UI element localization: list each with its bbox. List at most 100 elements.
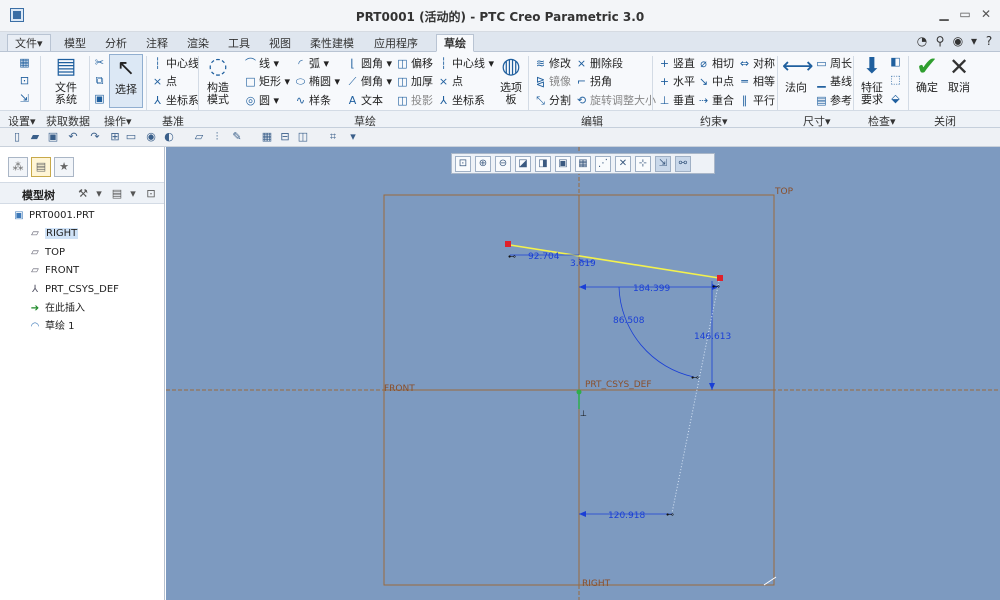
offset-button[interactable]: ◫ 偏移 [396,55,433,71]
ok-button[interactable]: ✔ 确定 [912,54,942,94]
dim-bottom-horizontal[interactable]: 120.918 [608,511,645,521]
corner-button[interactable]: ⌐ 拐角 [575,73,612,89]
zoom-in-icon[interactable]: ⊕ [475,156,491,172]
panel-tab-tree[interactable]: ⁂ [8,157,28,177]
delete-segment-button[interactable]: ⨯ 删除段 [575,55,623,71]
chamfer-button[interactable]: ⟋ 倒角 ▾ [346,73,392,89]
tab-analysis[interactable]: 分析 [97,34,135,52]
datum-display-icon[interactable]: ▱ [192,130,206,144]
annotation-display-icon[interactable]: ✕ [615,156,631,172]
sketch-centerline-button[interactable]: ┆ 中心线 ▾ [437,55,494,71]
perimeter-button[interactable]: ▭ 周长 [815,55,852,71]
tree-settings-icon[interactable]: ⚒ [76,187,90,201]
sketch-view-icon[interactable]: ⇲ [655,156,671,172]
group-operations[interactable]: 操作▾ [104,113,132,129]
panel-tab-favorites[interactable]: ★ [54,157,74,177]
tab-sketch[interactable]: 草绘 [436,34,474,52]
sketch-display-icon[interactable]: ✎ [230,130,244,144]
midpoint-constraint-button[interactable]: ↘ 中点 [697,73,734,89]
overlap-icon[interactable]: ◧ [889,55,904,68]
cut-icon[interactable]: ✂ [93,56,108,69]
text-button[interactable]: A 文本 [346,92,383,108]
windows-icon[interactable]: ▭ [124,130,138,144]
new-file-icon[interactable]: ▯ [10,130,24,144]
vertical-constraint-button[interactable]: + 竖直 [658,55,695,71]
close-window-small-icon[interactable]: ⌗ [326,130,340,144]
fillet-button[interactable]: ⌊ 圆角 ▾ [346,55,392,71]
project-button[interactable]: ◫ 投影 [396,92,433,108]
group-setup[interactable]: 设置▾ [8,113,36,129]
line-end-endpoint[interactable] [717,275,723,281]
datum-centerline-button[interactable]: ┆ 中心线 [151,55,199,71]
tree-item-csys[interactable]: ⅄ PRT_CSYS_DEF [28,282,119,298]
coincident-constraint-button[interactable]: ⇢ 重合 [697,92,734,108]
highlight-open-icon[interactable]: ⬙ [889,92,904,105]
group-dimension[interactable]: 尺寸▾ [803,113,831,129]
normal-dimension-button[interactable]: ⟷ 法向 [782,54,814,94]
reference-icon[interactable]: ⊡ [18,74,33,87]
refit-icon[interactable]: ⊡ [455,156,471,172]
zoom-out-icon[interactable]: ⊖ [495,156,511,172]
saved-orientations-icon[interactable]: ▣ [555,156,571,172]
mirror-button[interactable]: ⧎ 镜像 [534,73,571,89]
dim-vertical[interactable]: 146.613 [694,332,731,342]
tab-file[interactable]: 文件▾ [7,34,51,52]
dim-left-horizontal[interactable]: 92.704 [528,252,560,262]
search-icon[interactable]: ⚲ [933,34,947,48]
rectangle-button[interactable]: □ 矩形 ▾ [244,73,290,89]
tab-annotate[interactable]: 注释 [138,34,176,52]
saved-orientations-icon[interactable]: ⫶ [210,130,224,144]
line-start-endpoint[interactable] [505,241,511,247]
copy-icon[interactable]: ⧉ [93,74,108,88]
circle-button[interactable]: ◎ 圆 ▾ [244,92,279,108]
tab-tools[interactable]: 工具 [220,34,258,52]
divide-button[interactable]: ⤡ 分割 [534,92,571,108]
rotate-resize-button[interactable]: ⟲ 旋转调整大小 [575,92,656,108]
tab-applications[interactable]: 应用程序 [366,34,426,52]
ellipse-button[interactable]: ⬭ 椭圆 ▾ [294,73,340,89]
close-window-icon[interactable]: ✕ [978,7,994,21]
tree-columns-icon[interactable]: ▤ [110,187,124,201]
tree-item-sketch[interactable]: ◠ 草绘 1 [28,319,75,335]
tree-item-top[interactable]: ▱ TOP [28,245,65,261]
spin-center-icon[interactable]: ⊹ [635,156,651,172]
save-icon[interactable]: ▣ [46,130,60,144]
settings-icon[interactable]: ◉ [951,34,965,48]
palette-button[interactable]: ◍ 选项 板 [496,54,526,106]
tab-model[interactable]: 模型 [56,34,94,52]
help-icon[interactable]: ◔ [915,34,929,48]
sketch-setup-icon[interactable]: ▦ [18,56,33,69]
parallel-constraint-button[interactable]: ∥ 平行 [738,92,775,108]
arc-button[interactable]: ◜ 弧 ▾ [294,55,329,71]
datum-point-button[interactable]: × 点 [151,73,177,89]
shade-closed-icon[interactable]: ⬚ [889,73,904,86]
panel-tab-folder[interactable]: ▤ [31,157,51,177]
perpendicular-constraint-button[interactable]: ⊥ 垂直 [658,92,695,108]
sketch-canvas[interactable]: TOP FRONT RIGHT PRT_CSYS_DEF 92.704 3.61… [166,147,1000,600]
maximize-icon[interactable]: ▭ [957,7,973,21]
reference-dimension-button[interactable]: ▤ 参考 [815,92,852,108]
cancel-button[interactable]: ✕ 取消 [944,54,974,94]
tree-filter-icon[interactable]: ⊡ [144,187,158,201]
chevron-down-icon[interactable]: ▾ [967,34,981,48]
construction-mode-button[interactable]: ◌ 构造 模式 [202,54,234,106]
chevron-down-icon[interactable]: ▾ [126,187,140,201]
tangent-constraint-button[interactable]: ⌀ 相切 [697,55,734,71]
sketch-view-icon[interactable]: ⇲ [18,92,33,105]
equal-constraint-button[interactable]: ═ 相等 [738,73,775,89]
refit-icon[interactable]: ◉ [144,130,158,144]
appearance-icon[interactable]: ⊟ [278,130,292,144]
thicken-button[interactable]: ◫ 加厚 [396,73,433,89]
datum-csys-button[interactable]: ⅄ 坐标系 [151,92,199,108]
reorient-icon[interactable]: ◫ [296,130,310,144]
view-manager-icon[interactable]: ▦ [575,156,591,172]
baseline-button[interactable]: ▁ 基线 [815,73,852,89]
line-button[interactable]: ⌒ 线 ▾ [244,55,279,71]
dim-arc-angle[interactable]: 86.508 [613,316,645,326]
feature-requirements-button[interactable]: ⬇ 特征 要求 [857,54,887,106]
help-question-icon[interactable]: ? [982,34,996,48]
dim-angle-small[interactable]: 3.619 [570,259,596,269]
sketch-csys-button[interactable]: ⅄ 坐标系 [437,92,485,108]
group-constrain[interactable]: 约束▾ [700,113,728,129]
customize-toolbar-icon[interactable]: ▾ [346,130,360,144]
